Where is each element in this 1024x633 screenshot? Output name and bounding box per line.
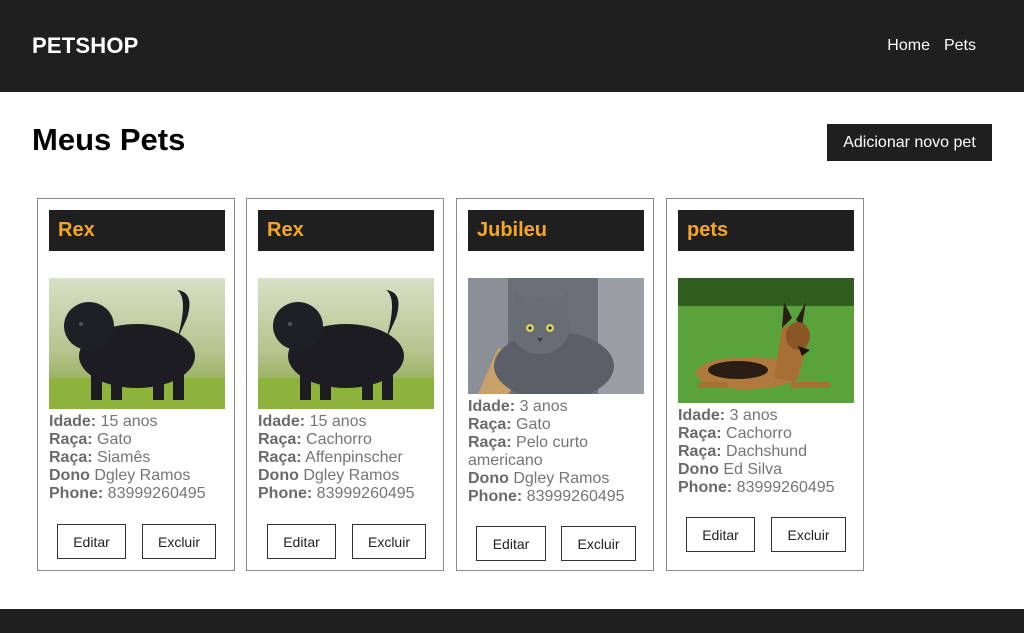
tipo-label: Raça: — [258, 431, 302, 448]
page-title: Meus Pets — [32, 122, 186, 157]
delete-button[interactable]: Excluir — [561, 526, 636, 561]
pet-name: pets — [678, 210, 854, 251]
pet-name: Rex — [49, 210, 225, 251]
phone-value: 83999260495 — [107, 485, 206, 502]
raca-value: Affenpinscher — [305, 449, 403, 466]
nav-pets-link[interactable]: Pets — [944, 37, 976, 55]
pet-card: Rex Idade: 15 anos Raça: Cachorro Raça: … — [246, 198, 444, 571]
edit-button[interactable]: Editar — [476, 526, 546, 561]
tipo-value: Cachorro — [306, 431, 372, 448]
pet-info: Idade: 15 anos Raça: Cachorro Raça: Affe… — [258, 413, 438, 503]
tipo-label: Raça: — [49, 431, 93, 448]
raca-value: Dachshund — [726, 443, 807, 460]
pet-info: Idade: 3 anos Raça: Cachorro Raça: Dachs… — [678, 407, 858, 497]
idade-value: 3 anos — [729, 407, 778, 424]
raca-value: Siamês — [97, 449, 151, 466]
pet-info: Idade: 3 anos Raça: Gato Raça: Pelo curt… — [468, 398, 648, 506]
raca-label: Raça: — [678, 443, 722, 460]
black-shaggy-dog-photo — [258, 278, 434, 409]
tipo-value: Cachorro — [726, 425, 792, 442]
dono-label: Dono — [678, 461, 719, 478]
dono-value: Dgley Ramos — [94, 467, 191, 484]
footer-bar — [0, 609, 1024, 633]
tipo-value: Gato — [516, 416, 551, 433]
dono-value: Dgley Ramos — [513, 470, 610, 487]
raca-label: Raça: — [258, 449, 302, 466]
tipo-value: Gato — [97, 431, 132, 448]
main-nav: Home Pets — [887, 37, 976, 55]
delete-button[interactable]: Excluir — [352, 524, 426, 559]
idade-label: Idade: — [258, 413, 306, 430]
delete-button[interactable]: Excluir — [771, 517, 846, 552]
pet-photo — [49, 278, 225, 409]
phone-label: Phone: — [258, 485, 313, 502]
top-navbar: PETSHOP Home Pets — [0, 0, 1024, 92]
idade-label: Idade: — [678, 407, 726, 424]
german-shepherd-photo — [678, 278, 854, 403]
idade-value: 3 anos — [519, 398, 568, 415]
raca-label: Raça: — [49, 449, 93, 466]
brand-logo[interactable]: PETSHOP — [32, 33, 139, 59]
nav-home-link[interactable]: Home — [887, 37, 930, 55]
pet-photo — [678, 278, 854, 403]
idade-value: 15 anos — [309, 413, 367, 430]
phone-value: 83999260495 — [316, 485, 415, 502]
pet-card: Jubileu Idade: 3 anos Raça: Gato Raça: P… — [456, 198, 654, 571]
pet-card: pets Idade: 3 anos Raça: Cachorro Raça: … — [666, 198, 864, 571]
phone-label: Phone: — [678, 479, 733, 496]
grey-cat-photo — [468, 278, 644, 394]
idade-label: Idade: — [468, 398, 516, 415]
phone-value: 83999260495 — [736, 479, 835, 496]
phone-label: Phone: — [49, 485, 104, 502]
idade-label: Idade: — [49, 413, 97, 430]
black-shaggy-dog-photo — [49, 278, 225, 409]
dono-label: Dono — [258, 467, 299, 484]
delete-button[interactable]: Excluir — [142, 524, 216, 559]
dono-label: Dono — [468, 470, 509, 487]
raca-label: Raça: — [468, 434, 512, 451]
dono-value: Dgley Ramos — [303, 467, 400, 484]
edit-button[interactable]: Editar — [57, 524, 126, 559]
dono-label: Dono — [49, 467, 90, 484]
dono-value: Ed Silva — [723, 461, 783, 478]
pet-photo — [468, 278, 644, 394]
pet-name: Rex — [258, 210, 434, 251]
edit-button[interactable]: Editar — [267, 524, 336, 559]
pet-info: Idade: 15 anos Raça: Gato Raça: Siamês D… — [49, 413, 229, 503]
phone-label: Phone: — [468, 488, 523, 505]
tipo-label: Raça: — [468, 416, 512, 433]
tipo-label: Raça: — [678, 425, 722, 442]
edit-button[interactable]: Editar — [686, 517, 755, 552]
idade-value: 15 anos — [100, 413, 158, 430]
pet-card: Rex Idade: 15 anos Raça: Gato Raça: Siam… — [37, 198, 235, 571]
pet-photo — [258, 278, 434, 409]
pet-name: Jubileu — [468, 210, 644, 251]
add-pet-button[interactable]: Adicionar novo pet — [827, 124, 992, 161]
phone-value: 83999260495 — [526, 488, 625, 505]
